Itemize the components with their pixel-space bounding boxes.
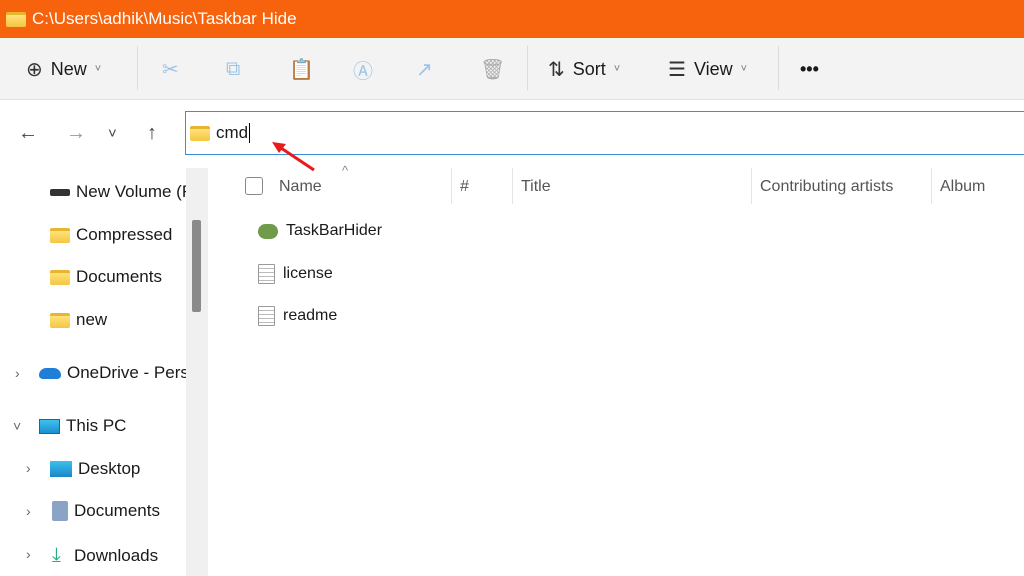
- column-divider[interactable]: [512, 168, 513, 204]
- sidebar-item-desktop[interactable]: Desktop: [50, 459, 140, 479]
- file-name: TaskBarHider: [286, 222, 383, 239]
- view-label: View: [693, 58, 733, 79]
- scissors-icon: ✂: [162, 58, 179, 81]
- column-header-contributing-artists[interactable]: Contributing artists: [760, 178, 893, 196]
- back-button[interactable]: ←: [18, 122, 38, 145]
- cut-button[interactable]: ✂: [162, 52, 179, 86]
- text-file-icon: [258, 264, 275, 284]
- plus-circle-icon: ⊕: [26, 58, 43, 81]
- folder-icon: [50, 269, 70, 285]
- paste-button[interactable]: 📋: [289, 52, 314, 86]
- scrollbar-thumb[interactable]: [192, 220, 201, 312]
- sidebar-item-new[interactable]: new: [50, 310, 107, 330]
- sidebar-item-documents[interactable]: Documents: [50, 267, 162, 287]
- copy-button[interactable]: ⧉: [226, 52, 240, 86]
- more-options-button[interactable]: •••: [800, 52, 819, 86]
- sidebar-item-label: This PC: [66, 416, 127, 435]
- sidebar-item-label: new: [76, 310, 108, 329]
- file-row[interactable]: readme: [258, 306, 337, 326]
- forward-button[interactable]: →: [66, 122, 86, 145]
- sidebar-item-new-volume[interactable]: New Volume (F: [50, 182, 186, 202]
- sort-ascending-icon: ^: [342, 163, 349, 178]
- trash-icon: 🗑: [480, 58, 506, 81]
- sort-icon: ⇅: [548, 58, 565, 81]
- chevron-right-icon[interactable]: ›: [26, 503, 31, 519]
- copy-icon: ⧉: [226, 57, 241, 80]
- sidebar-item-compressed[interactable]: Compressed: [50, 225, 172, 245]
- download-icon: ⤓: [52, 544, 61, 566]
- file-row[interactable]: TaskBarHider: [258, 222, 382, 240]
- chevron-down-icon: ˅: [94, 63, 102, 75]
- share-icon: ↗: [416, 58, 433, 81]
- column-divider[interactable]: [451, 168, 452, 204]
- file-name: license: [283, 265, 333, 282]
- title-bar: C:\Users\adhik\Music\Taskbar Hide: [0, 0, 1024, 38]
- new-label: New: [50, 58, 87, 79]
- file-row[interactable]: license: [258, 264, 333, 284]
- divider: [137, 46, 138, 90]
- text-file-icon: [258, 306, 275, 326]
- documents-icon: [52, 501, 68, 521]
- sort-label: Sort: [572, 58, 606, 79]
- select-all-checkbox[interactable]: [245, 177, 263, 195]
- chevron-right-icon[interactable]: ›: [26, 460, 31, 476]
- divider: [778, 46, 779, 90]
- list-view-icon: ☰: [668, 58, 686, 81]
- rename-icon: Ⓐ: [353, 60, 373, 83]
- share-button[interactable]: ↗: [416, 52, 433, 86]
- up-button[interactable]: ↑: [147, 122, 157, 145]
- chevron-down-icon: ˅: [740, 63, 748, 75]
- column-header-number[interactable]: #: [460, 178, 469, 196]
- chevron-right-icon[interactable]: ›: [26, 546, 31, 562]
- chevron-right-icon[interactable]: ›: [15, 365, 20, 381]
- chevron-down-icon[interactable]: ˅: [13, 418, 21, 434]
- file-name: readme: [283, 307, 338, 324]
- sidebar-item-label: New Volume (F: [76, 182, 186, 201]
- sidebar-item-label: Documents: [74, 501, 160, 520]
- folder-icon: [50, 227, 70, 243]
- sidebar-item-documents-pc[interactable]: Documents: [52, 501, 160, 521]
- sidebar-item-onedrive[interactable]: OneDrive - Personal: [39, 363, 186, 383]
- column-divider[interactable]: [751, 168, 752, 204]
- annotation-arrow: [272, 142, 315, 172]
- sidebar-item-label: Desktop: [78, 459, 141, 478]
- view-button[interactable]: ☰ View ˅: [668, 52, 747, 86]
- chevron-down-icon: ˅: [613, 63, 621, 75]
- window-title: C:\Users\adhik\Music\Taskbar Hide: [32, 9, 297, 28]
- command-bar: ⊕ New ˅ ✂ ⧉ 📋 Ⓐ ↗ 🗑 ⇅ Sort ˅ ☰ View ˅ ••…: [0, 38, 1024, 100]
- sort-button[interactable]: ⇅ Sort ˅: [548, 52, 620, 86]
- column-header-name[interactable]: Name: [279, 178, 322, 196]
- navigation-pane: New Volume (F Compressed Documents new ›…: [0, 160, 186, 576]
- sidebar-item-label: Documents: [76, 267, 162, 286]
- sidebar-item-this-pc[interactable]: This PC: [39, 416, 126, 436]
- delete-button[interactable]: 🗑: [480, 52, 505, 86]
- folder-icon: [6, 11, 26, 27]
- rename-button[interactable]: Ⓐ: [353, 52, 373, 86]
- drive-icon: [50, 188, 70, 196]
- sidebar-item-label: Compressed: [76, 225, 173, 244]
- divider: [527, 46, 528, 90]
- column-divider[interactable]: [931, 168, 932, 204]
- cloud-icon: [39, 367, 61, 379]
- sidebar-item-label: OneDrive - Personal: [67, 363, 186, 382]
- more-icon: •••: [800, 58, 819, 79]
- monitor-icon: [39, 418, 60, 434]
- frog-app-icon: [258, 223, 278, 239]
- sidebar-item-downloads[interactable]: ⤓ Downloads: [52, 544, 158, 567]
- address-input[interactable]: cmd: [216, 123, 251, 143]
- new-button[interactable]: ⊕ New ˅: [26, 52, 101, 86]
- sidebar-item-label: Downloads: [74, 545, 159, 565]
- folder-icon: [50, 312, 70, 328]
- column-header-title[interactable]: Title: [521, 178, 551, 196]
- recent-locations-button[interactable]: ˅: [108, 125, 117, 142]
- clipboard-icon: 📋: [289, 58, 314, 81]
- folder-icon: [190, 125, 210, 141]
- column-header-album[interactable]: Album: [940, 178, 985, 196]
- desktop-icon: [50, 461, 72, 477]
